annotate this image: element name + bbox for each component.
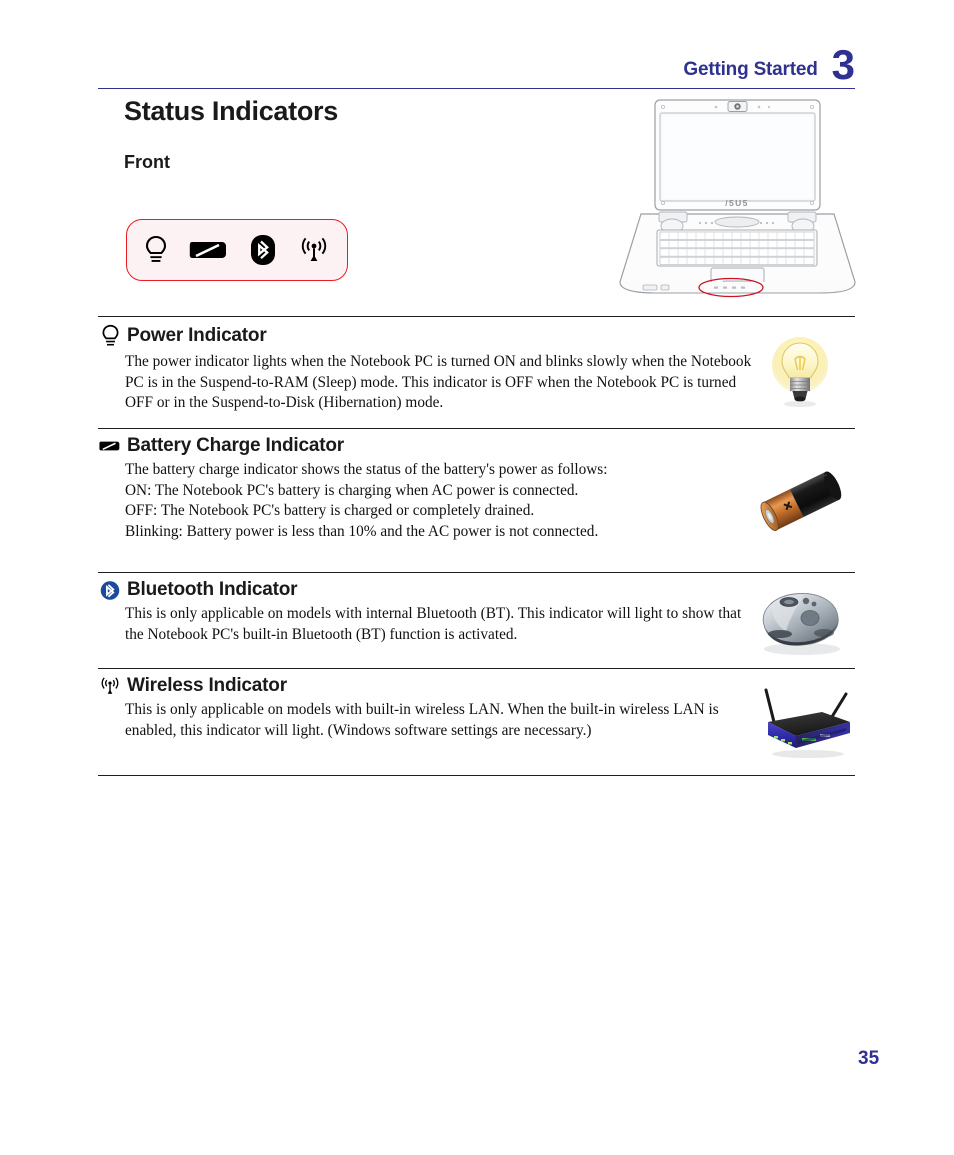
bluetooth-icon bbox=[250, 234, 276, 266]
page-number: 35 bbox=[858, 1048, 880, 1069]
battery-photo bbox=[745, 429, 855, 572]
page-header: Getting Started 3 bbox=[98, 40, 855, 92]
section-wireless-indicator: Wireless Indicator This is only applicab… bbox=[98, 668, 855, 776]
battery-icon bbox=[98, 439, 122, 453]
battery-state-blinking: Blinking: Battery power is less than 10%… bbox=[125, 522, 599, 540]
section-title: Bluetooth Indicator bbox=[127, 579, 298, 600]
section-bluetooth-indicator: Bluetooth Indicator This is only applica… bbox=[98, 572, 855, 668]
svg-text:/5U5: /5U5 bbox=[725, 198, 749, 208]
section-body: This is only applicable on models with b… bbox=[125, 700, 763, 741]
section-heading: Wireless Indicator bbox=[98, 669, 855, 697]
battery-icon bbox=[189, 238, 229, 262]
chapter-title: Getting Started bbox=[683, 59, 818, 80]
section-title: Power Indicator bbox=[127, 325, 267, 346]
wireless-mouse-photo bbox=[745, 573, 855, 668]
bluetooth-icon bbox=[98, 580, 122, 601]
section-power-indicator: Power Indicator The power indicator ligh… bbox=[98, 316, 855, 428]
section-paragraph: The battery charge indicator shows the s… bbox=[125, 461, 608, 478]
status-indicator-panel bbox=[126, 219, 348, 281]
header-divider bbox=[98, 88, 855, 89]
wireless-icon bbox=[98, 675, 122, 697]
section-body: The power indicator lights when the Note… bbox=[125, 352, 763, 414]
power-icon bbox=[98, 323, 122, 349]
chapter-number: 3 bbox=[831, 41, 855, 88]
section-body: This is only applicable on models with i… bbox=[125, 604, 763, 645]
section-bottom-divider bbox=[98, 775, 855, 776]
battery-state-on: ON: The Notebook PC's battery is chargin… bbox=[125, 481, 579, 499]
notebook-illustration: /5U5 bbox=[615, 96, 860, 301]
page-subtitle: Front bbox=[124, 152, 170, 172]
section-paragraph: This is only applicable on models with i… bbox=[125, 605, 742, 643]
section-paragraph: The power indicator lights when the Note… bbox=[125, 353, 752, 411]
page-title: Status Indicators bbox=[124, 96, 338, 126]
section-heading: Bluetooth Indicator bbox=[98, 573, 855, 601]
battery-state-off: OFF: The Notebook PC's battery is charge… bbox=[125, 502, 535, 519]
section-paragraph: This is only applicable on models with b… bbox=[125, 701, 719, 739]
wireless-router-photo bbox=[745, 669, 855, 776]
section-battery-charge-indicator: Battery Charge Indicator The battery cha… bbox=[98, 428, 855, 572]
power-icon bbox=[144, 235, 168, 265]
lightbulb-photo bbox=[745, 317, 855, 428]
wireless-icon bbox=[297, 235, 331, 265]
section-title: Wireless Indicator bbox=[127, 675, 287, 696]
section-title: Battery Charge Indicator bbox=[127, 435, 344, 456]
section-body: The battery charge indicator shows the s… bbox=[125, 460, 763, 542]
section-heading: Battery Charge Indicator bbox=[98, 429, 855, 457]
section-heading: Power Indicator bbox=[98, 317, 855, 349]
